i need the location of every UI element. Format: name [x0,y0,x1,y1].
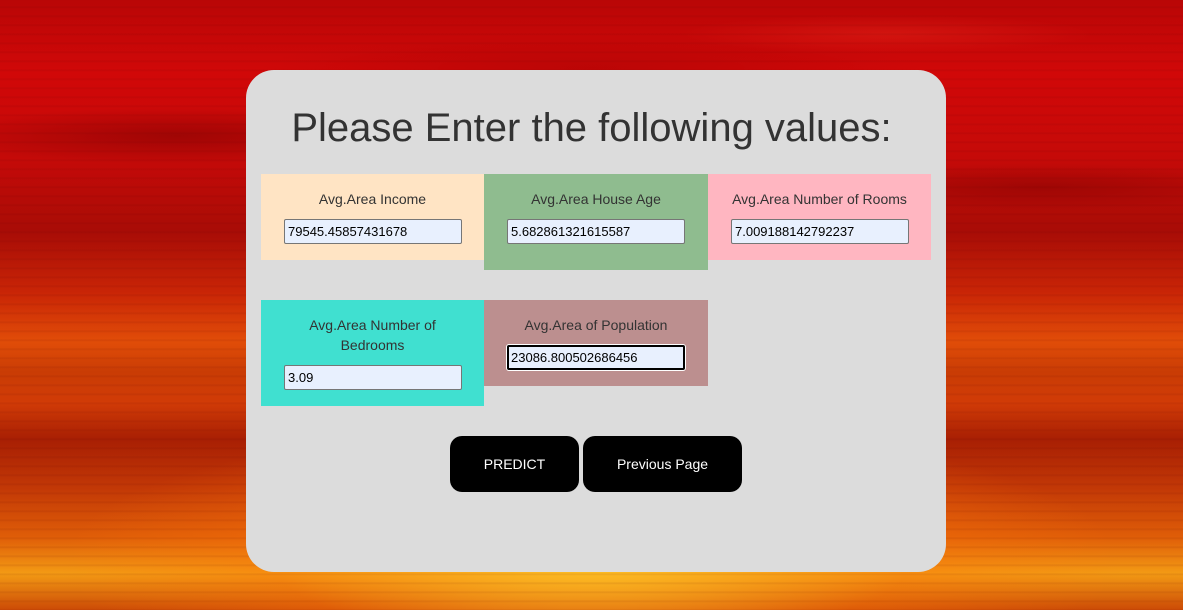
rooms-field-box: Avg.Area Number of Rooms [708,174,931,260]
house-age-field-box: Avg.Area House Age [484,174,708,270]
income-label: Avg.Area Income [318,191,427,207]
predict-button[interactable]: PREDICT [450,436,579,492]
bedrooms-label: Avg.Area Number of Bedrooms [309,317,436,353]
income-field-box: Avg.Area Income [261,174,484,260]
income-input[interactable] [284,219,462,244]
rooms-label: Avg.Area Number of Rooms [732,191,907,207]
page-title: Please Enter the following values: [291,106,892,150]
population-field-box: Avg.Area of Population [484,300,708,386]
bedrooms-field-box: Avg.Area Number of Bedrooms [261,300,484,406]
previous-page-button[interactable]: Previous Page [583,436,742,492]
bedrooms-input[interactable] [284,365,462,390]
house-age-label: Avg.Area House Age [531,191,661,207]
rooms-input[interactable] [731,219,909,244]
house-age-input[interactable] [507,219,685,244]
population-label: Avg.Area of Population [524,317,668,333]
population-input[interactable] [507,345,685,370]
